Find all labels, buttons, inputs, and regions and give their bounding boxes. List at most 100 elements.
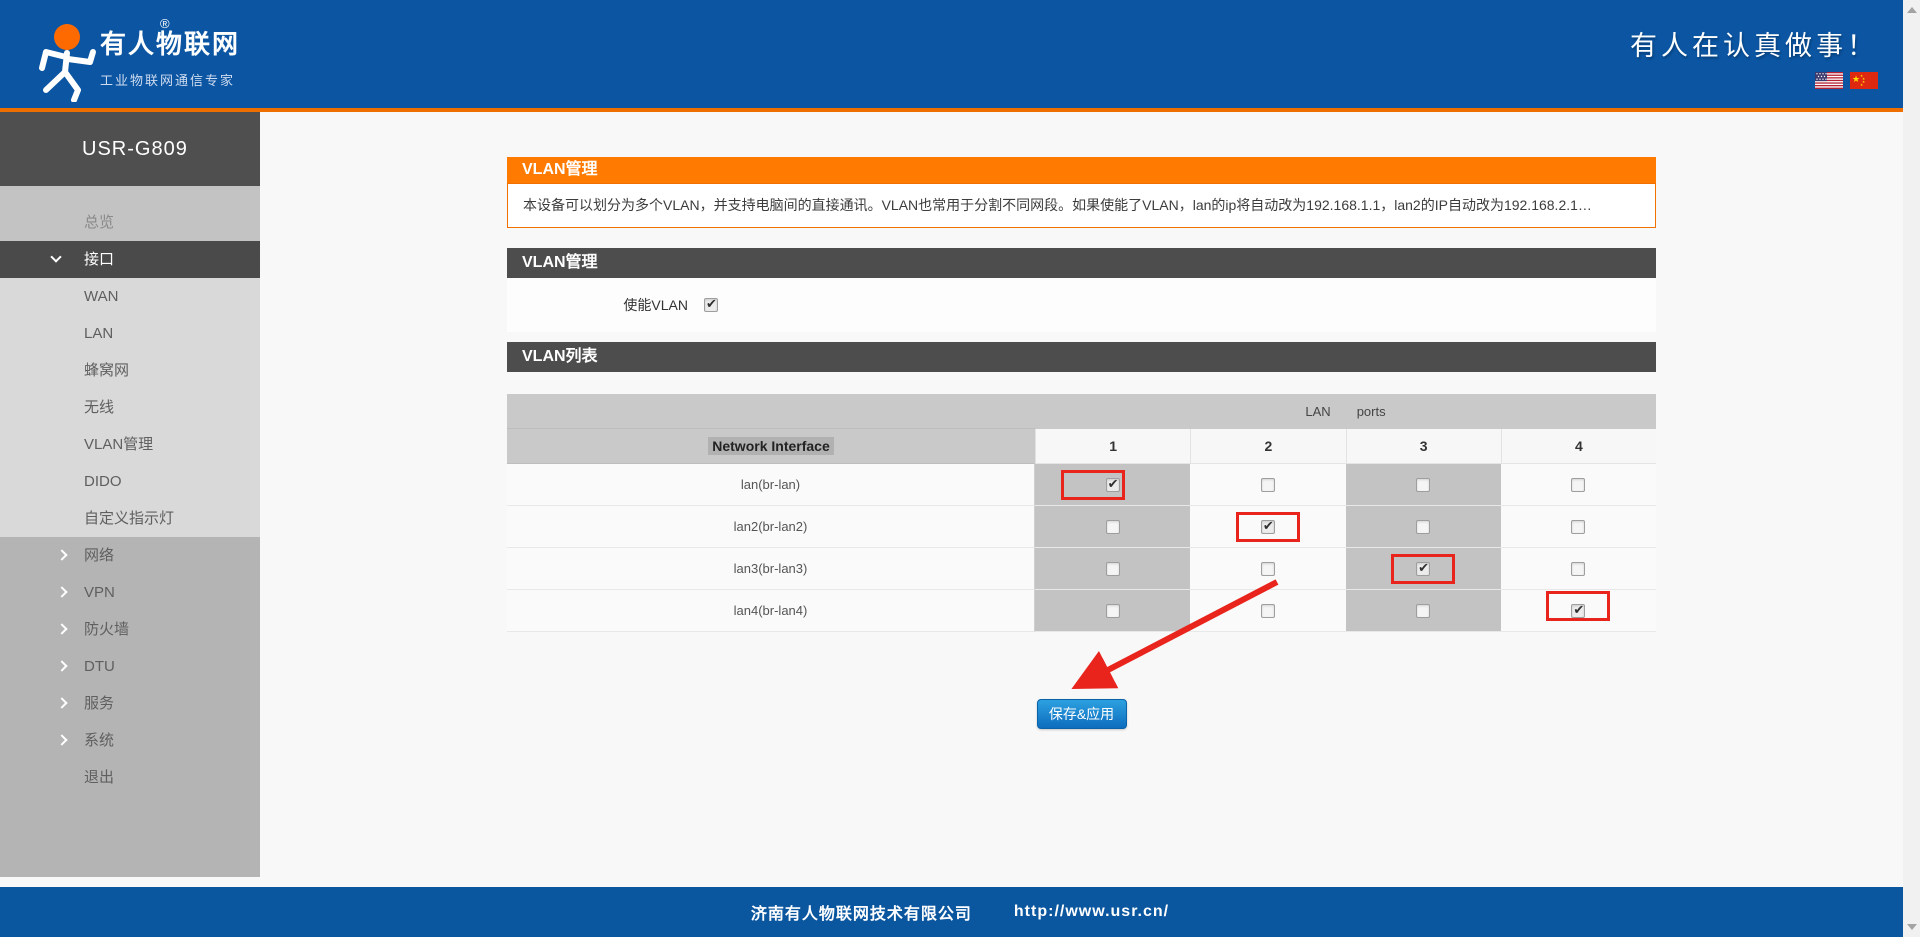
port-checkbox[interactable] (1261, 520, 1275, 534)
sidebar-item-label: 网络 (84, 547, 114, 564)
lan-label: LAN (1305, 404, 1330, 419)
sidebar-item-label: 系统 (84, 732, 114, 749)
footer-company: 济南有人物联网技术有限公司 (751, 900, 972, 924)
sidebar-item-label: 防火墙 (84, 621, 129, 638)
port-checkbox[interactable] (1106, 562, 1120, 576)
usr-logo-icon (22, 10, 112, 102)
save-apply-button[interactable]: 保存&应用 (1037, 699, 1127, 729)
port-checkbox[interactable] (1571, 604, 1585, 618)
table-row: lan3(br-lan3) (507, 548, 1656, 590)
page-description: 本设备可以划分为多个VLAN，并支持电脑间的直接通讯。VLAN也常用于分割不同网… (507, 183, 1656, 228)
network-interface-header: Network Interface (708, 437, 833, 455)
scroll-up-icon[interactable] (1907, 7, 1917, 13)
section-header-vlan-manage: VLAN管理 (507, 248, 1656, 278)
page-footer: 济南有人物联网技术有限公司 http://www.usr.cn/ (0, 887, 1920, 937)
sidebar-item-cellular[interactable]: 蜂窝网 (0, 352, 260, 389)
interface-name: lan(br-lan) (507, 464, 1035, 506)
port-cell (1501, 590, 1656, 632)
interface-name: lan3(br-lan3) (507, 548, 1035, 590)
port-checkbox[interactable] (1416, 520, 1430, 534)
table-column-header-row: Network Interface 1 2 3 4 (507, 429, 1656, 464)
enable-vlan-checkbox[interactable] (704, 298, 718, 312)
us-flag-icon[interactable] (1815, 72, 1843, 89)
port-cell (1035, 590, 1190, 632)
top-header: ® 有人物联网 工业物联网通信专家 有人在认真做事！ (0, 0, 1920, 108)
sidebar-item-lan[interactable]: LAN (0, 315, 260, 352)
port-cell (1346, 590, 1501, 632)
sidebar-item-label: DTU (84, 658, 115, 675)
port-checkbox[interactable] (1571, 562, 1585, 576)
section-header-vlan-list: VLAN列表 (507, 342, 1656, 372)
vlan-table: LAN ports Network Interface 1 2 3 4 (507, 394, 1656, 632)
sidebar-item-system[interactable]: 系统 (0, 722, 260, 759)
vertical-scrollbar[interactable] (1903, 0, 1920, 937)
empty-header-cell (507, 394, 1035, 429)
chevron-right-icon (56, 586, 67, 597)
port-cell (1501, 548, 1656, 590)
sidebar-item-logout[interactable]: 退出 (0, 759, 260, 796)
table-row: lan2(br-lan2) (507, 506, 1656, 548)
chevron-right-icon (56, 660, 67, 671)
port-cell (1035, 506, 1190, 548)
sidebar: USR-G809 总览 接口 WAN LAN 蜂窝网 无线 VLAN管理 DID… (0, 112, 260, 877)
port-cell (1501, 464, 1656, 506)
ports-label: ports (1357, 404, 1386, 419)
port-cell (1346, 548, 1501, 590)
port-cell (1346, 506, 1501, 548)
main-content: VLAN管理 本设备可以划分为多个VLAN，并支持电脑间的直接通讯。VLAN也常… (260, 112, 1920, 887)
port-header-3: 3 (1346, 429, 1501, 464)
port-checkbox[interactable] (1106, 520, 1120, 534)
sidebar-item-overview[interactable]: 总览 (0, 204, 260, 241)
port-checkbox[interactable] (1416, 604, 1430, 618)
port-checkbox[interactable] (1106, 478, 1120, 492)
port-cell (1035, 548, 1190, 590)
table-row: lan(br-lan) (507, 464, 1656, 506)
port-checkbox[interactable] (1261, 604, 1275, 618)
brand-name: 有人物联网 (100, 24, 240, 61)
sidebar-item-firewall[interactable]: 防火墙 (0, 611, 260, 648)
sidebar-item-network[interactable]: 网络 (0, 537, 260, 574)
cn-flag-icon[interactable]: ★ ★ ★ ★ ★ (1850, 72, 1878, 89)
port-checkbox[interactable] (1261, 478, 1275, 492)
port-checkbox[interactable] (1106, 604, 1120, 618)
table-group-header-row: LAN ports (507, 394, 1656, 429)
sidebar-item-dtu[interactable]: DTU (0, 648, 260, 685)
brand-block: 有人物联网 工业物联网通信专家 (100, 24, 240, 89)
port-checkbox[interactable] (1571, 478, 1585, 492)
interface-header-cell: Network Interface (507, 429, 1035, 464)
port-checkbox[interactable] (1571, 520, 1585, 534)
sidebar-item-interface[interactable]: 接口 (0, 241, 260, 278)
sidebar-item-wan[interactable]: WAN (0, 278, 260, 315)
port-cell (1501, 506, 1656, 548)
chevron-down-icon (50, 251, 61, 262)
lan-ports-header: LAN ports (1035, 394, 1656, 429)
sidebar-item-label: 服务 (84, 695, 114, 712)
sidebar-item-custom-led[interactable]: 自定义指示灯 (0, 500, 260, 537)
port-cell (1190, 548, 1345, 590)
enable-vlan-panel: 使能VLAN (507, 278, 1656, 332)
sidebar-menu: 总览 接口 WAN LAN 蜂窝网 无线 VLAN管理 DIDO 自定义指示灯 … (0, 186, 260, 796)
port-header-4: 4 (1501, 429, 1656, 464)
sidebar-item-wireless[interactable]: 无线 (0, 389, 260, 426)
chevron-right-icon (56, 697, 67, 708)
port-checkbox[interactable] (1261, 562, 1275, 576)
sidebar-item-services[interactable]: 服务 (0, 685, 260, 722)
port-header-1: 1 (1035, 429, 1190, 464)
sidebar-item-dido[interactable]: DIDO (0, 463, 260, 500)
interface-name: lan2(br-lan2) (507, 506, 1035, 548)
enable-vlan-label: 使能VLAN (507, 295, 688, 315)
port-checkbox[interactable] (1416, 562, 1430, 576)
chevron-right-icon (56, 549, 67, 560)
sidebar-item-label: VPN (84, 584, 115, 601)
table-row: lan4(br-lan4) (507, 590, 1656, 632)
chevron-right-icon (56, 734, 67, 745)
port-cell (1035, 464, 1190, 506)
sidebar-item-vlan[interactable]: VLAN管理 (0, 426, 260, 463)
footer-url[interactable]: http://www.usr.cn/ (1014, 903, 1169, 921)
interface-name: lan4(br-lan4) (507, 590, 1035, 632)
scroll-down-icon[interactable] (1907, 924, 1917, 930)
port-checkbox[interactable] (1416, 478, 1430, 492)
sidebar-item-vpn[interactable]: VPN (0, 574, 260, 611)
page-title: VLAN管理 (507, 157, 1656, 183)
header-slogan: 有人在认真做事！ (1630, 24, 1878, 63)
